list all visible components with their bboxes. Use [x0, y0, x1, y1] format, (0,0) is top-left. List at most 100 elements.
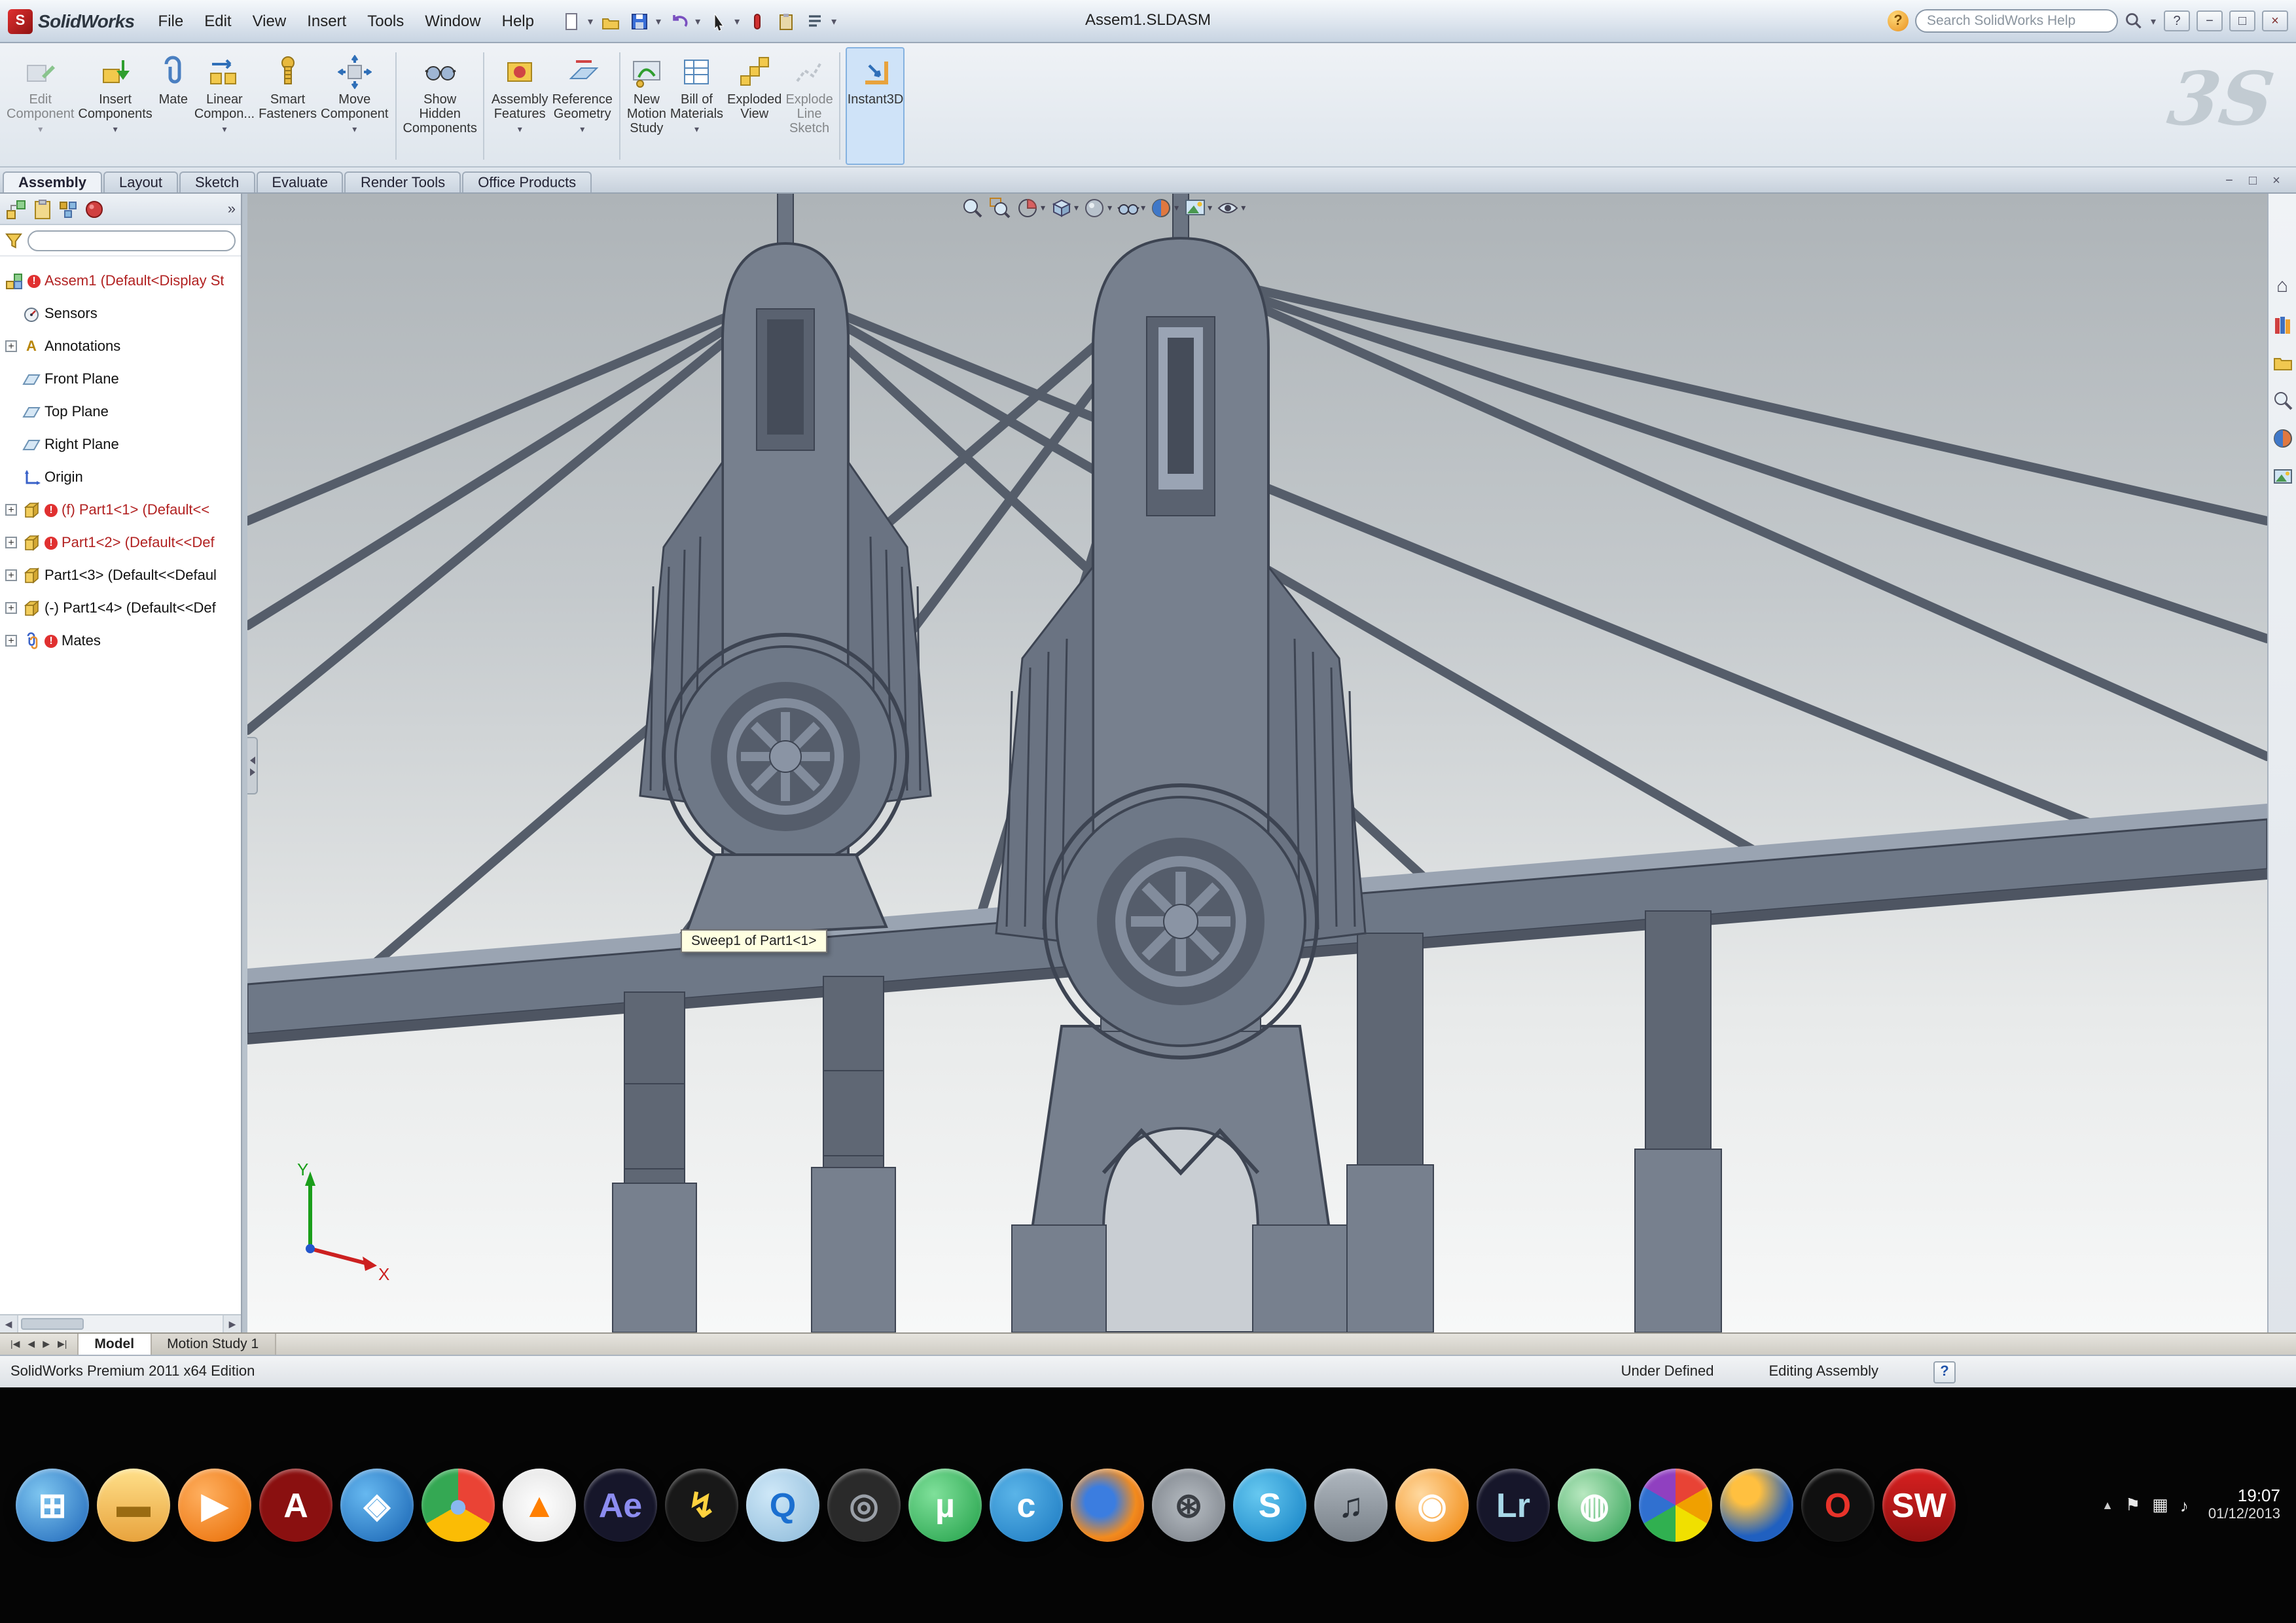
- window-maximize-button[interactable]: □: [2229, 10, 2255, 31]
- appearances-tab[interactable]: [2270, 427, 2294, 450]
- tab-motion-study-1[interactable]: Motion Study 1: [151, 1334, 276, 1355]
- tab-assembly[interactable]: Assembly: [3, 171, 102, 192]
- design-library-tab[interactable]: [2270, 313, 2294, 336]
- taskbar-winamp[interactable]: ↯: [665, 1469, 738, 1542]
- tree-item-part1-3[interactable]: + Part1<3> (Default<<Defaul: [0, 559, 241, 592]
- taskbar-web-orb[interactable]: [1720, 1469, 1793, 1542]
- help-bubble-icon[interactable]: ?: [1887, 10, 1909, 31]
- clipboard-button[interactable]: [772, 8, 798, 34]
- tree-item-part1-2[interactable]: + ! Part1<2> (Default<<Def: [0, 526, 241, 559]
- tab-render-tools[interactable]: Render Tools: [344, 171, 461, 192]
- taskbar-firefox[interactable]: [1071, 1469, 1144, 1542]
- file-explorer-tab[interactable]: [2270, 351, 2294, 374]
- child-close-button[interactable]: ×: [2267, 174, 2286, 188]
- tab-layout[interactable]: Layout: [103, 171, 179, 192]
- volume-icon[interactable]: ♪: [2180, 1495, 2189, 1515]
- expand-plus-icon[interactable]: +: [5, 537, 17, 548]
- taskbar-green-app[interactable]: ◍: [1558, 1469, 1631, 1542]
- search-input[interactable]: [1914, 9, 2118, 33]
- tree-item-part1-1[interactable]: + ! (f) Part1<1> (Default<<: [0, 493, 241, 526]
- assembly-features-button[interactable]: Assembly Features ▾: [490, 47, 550, 165]
- taskbar-file-explorer[interactable]: ▬: [97, 1469, 170, 1542]
- expand-plus-icon[interactable]: +: [5, 602, 17, 614]
- taskbar-copy-app[interactable]: c: [990, 1469, 1063, 1542]
- taskbar-vlc[interactable]: ▲: [503, 1469, 576, 1542]
- window-close-button[interactable]: ×: [2262, 10, 2288, 31]
- menu-window[interactable]: Window: [414, 8, 491, 34]
- edit-component-button[interactable]: Edit Component ▾: [5, 47, 75, 165]
- expand-plus-icon[interactable]: +: [5, 569, 17, 581]
- taskbar-windows-start[interactable]: ⊞: [16, 1469, 89, 1542]
- expand-plus-icon[interactable]: +: [5, 340, 17, 352]
- graphics-area[interactable]: Y X ▾ ▾ ▾ ▾ ▾ ▾ ▾ Sweep1 of Part1<1>: [247, 194, 2267, 1332]
- panel-expand-chevron[interactable]: »: [228, 201, 236, 217]
- menu-view[interactable]: View: [242, 8, 297, 34]
- tray-expand-icon[interactable]: ▲: [2102, 1499, 2113, 1512]
- custom-properties-tab[interactable]: [2270, 465, 2294, 488]
- hide-show-items-button[interactable]: ▾: [1116, 196, 1145, 220]
- next-tab-button[interactable]: ▶: [40, 1339, 52, 1349]
- action-center-icon[interactable]: ⚑: [2125, 1495, 2140, 1516]
- exploded-view-button[interactable]: Exploded View: [726, 47, 783, 165]
- tree-item-sensors[interactable]: Sensors: [0, 297, 241, 330]
- taskbar-quicktime[interactable]: Q: [746, 1469, 819, 1542]
- taskbar-chrome[interactable]: ●: [422, 1469, 495, 1542]
- tree-item-part1-4[interactable]: + (-) Part1<4> (Default<<Def: [0, 592, 241, 624]
- assembly-3d-view[interactable]: Y X: [247, 194, 2267, 1332]
- linear-component-pattern-button[interactable]: Linear Compon... ▾: [193, 47, 256, 165]
- tree-horizontal-scrollbar[interactable]: ◀ ▶: [0, 1314, 241, 1332]
- window-help-button[interactable]: ?: [2164, 10, 2190, 31]
- tree-filter-input[interactable]: [27, 230, 236, 251]
- new-motion-study-button[interactable]: New Motion Study: [626, 47, 668, 165]
- tree-item-front-plane[interactable]: Front Plane: [0, 363, 241, 395]
- taskbar-utorrent[interactable]: µ: [908, 1469, 982, 1542]
- zoom-to-area-button[interactable]: [988, 196, 1012, 220]
- child-restore-button[interactable]: □: [2244, 174, 2262, 188]
- scroll-right-icon[interactable]: ▶: [223, 1315, 241, 1332]
- mate-button[interactable]: Mate: [155, 47, 192, 165]
- taskbar-after-effects[interactable]: Ae: [584, 1469, 657, 1542]
- taskbar-solidworks[interactable]: SW: [1882, 1469, 1956, 1542]
- view-settings-button[interactable]: ▾: [1216, 196, 1246, 220]
- undo-button[interactable]: [665, 8, 691, 34]
- menu-edit[interactable]: Edit: [194, 8, 242, 34]
- last-tab-button[interactable]: ▶|: [55, 1339, 69, 1349]
- section-view-button[interactable]: ▾: [1016, 196, 1045, 220]
- move-component-button[interactable]: Move Component ▾: [319, 47, 389, 165]
- taskbar-browser-compass[interactable]: ◈: [340, 1469, 414, 1542]
- search-icon[interactable]: [2125, 12, 2143, 30]
- tab-evaluate[interactable]: Evaluate: [256, 171, 344, 192]
- select-button[interactable]: [704, 8, 730, 34]
- display-style-button[interactable]: ▾: [1083, 196, 1112, 220]
- explode-line-sketch-button[interactable]: Explode Line Sketch: [784, 47, 834, 165]
- panel-splitter[interactable]: [242, 194, 247, 1332]
- tree-item-right-plane[interactable]: Right Plane: [0, 428, 241, 461]
- taskbar-pinwheel[interactable]: [1639, 1469, 1712, 1542]
- instant3d-button[interactable]: Instant3D: [846, 47, 905, 165]
- tree-item-annotations[interactable]: + A Annotations: [0, 330, 241, 363]
- tree-item-top-plane[interactable]: Top Plane: [0, 395, 241, 428]
- prev-tab-button[interactable]: ◀: [25, 1339, 37, 1349]
- insert-components-button[interactable]: Insert Components ▾: [77, 47, 153, 165]
- taskbar-media-player[interactable]: ▶: [178, 1469, 251, 1542]
- expand-plus-icon[interactable]: +: [5, 504, 17, 516]
- bill-of-materials-button[interactable]: Bill of Materials ▾: [669, 47, 725, 165]
- feature-manager-tab-icon[interactable]: [5, 198, 26, 219]
- show-hidden-components-button[interactable]: Show Hidden Components: [401, 47, 478, 165]
- solidworks-resources-tab[interactable]: ⌂: [2270, 275, 2294, 298]
- taskbar-utility-app[interactable]: ◎: [827, 1469, 901, 1542]
- dimxpert-manager-tab-icon[interactable]: [84, 198, 105, 219]
- menu-file[interactable]: File: [148, 8, 194, 34]
- save-button[interactable]: [626, 8, 652, 34]
- window-minimize-button[interactable]: −: [2197, 10, 2223, 31]
- tree-item-mates[interactable]: + ! Mates: [0, 624, 241, 657]
- open-button[interactable]: [597, 8, 623, 34]
- taskbar-clock[interactable]: 19:07 01/12/2013: [2208, 1486, 2280, 1525]
- tab-model[interactable]: Model: [79, 1334, 152, 1355]
- options-button[interactable]: [801, 8, 827, 34]
- taskbar-film-reel[interactable]: ⊛: [1152, 1469, 1225, 1542]
- child-minimize-button[interactable]: −: [2220, 174, 2238, 188]
- expand-plus-icon[interactable]: +: [5, 635, 17, 647]
- search-results-tab[interactable]: [2270, 389, 2294, 412]
- tab-sketch[interactable]: Sketch: [179, 171, 255, 192]
